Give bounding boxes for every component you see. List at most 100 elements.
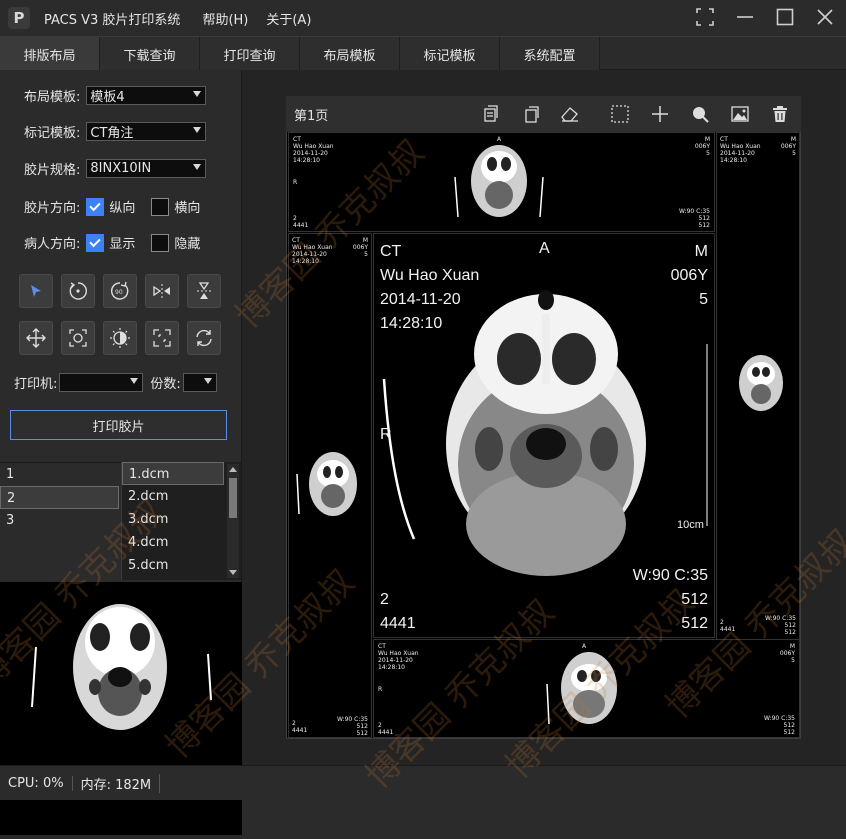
film-orientation-row: 胶片方向: 纵向 横向 <box>24 197 216 216</box>
file-list: 1.dcm 2.dcm 3.dcm 4.dcm 5.dcm <box>121 462 241 580</box>
move-icon[interactable] <box>19 321 53 355</box>
list-item[interactable]: 1.dcm <box>122 462 224 485</box>
add-icon[interactable] <box>650 104 670 124</box>
landscape-label: 横向 <box>174 201 201 216</box>
portrait-checkbox[interactable] <box>86 197 105 216</box>
cell-overlay-bottomright: W:90 C:35 512 512 <box>764 715 795 736</box>
list-item[interactable]: 1 <box>0 463 121 486</box>
image-icon[interactable] <box>730 104 750 124</box>
app-logo-icon: P <box>8 7 30 29</box>
film-cell-main[interactable]: CT Wu Hao Xuan 2014-11-20 14:28:10 A M 006Y 5… <box>373 233 715 638</box>
ct-image <box>739 355 783 411</box>
film-size-label: 胶片规格: <box>24 163 81 178</box>
printer-row: 打印机: 份数: <box>14 373 217 392</box>
film-size-row: 胶片规格: 8INX10IN <box>24 159 207 178</box>
copy-page-icon[interactable] <box>481 104 501 124</box>
flip-vertical-icon[interactable] <box>187 274 221 308</box>
cell-overlay-side: R <box>378 686 383 693</box>
menu-about[interactable]: 关于(A) <box>266 9 311 28</box>
hide-label: 隐藏 <box>174 237 201 252</box>
flip-horizontal-icon[interactable] <box>145 274 179 308</box>
zoom-fit-icon[interactable] <box>61 321 95 355</box>
chevron-down-icon <box>193 91 202 97</box>
cell-overlay-topright: M 006Y 5 <box>694 136 710 157</box>
tab-layout-template[interactable]: 布局模板 <box>300 37 400 71</box>
title-bar: P PACS V3 胶片打印系统 帮助(H) 关于(A) <box>0 0 846 36</box>
duplicate-icon[interactable] <box>521 104 541 124</box>
cell-overlay-bottomleft: 2 4441 <box>293 215 309 229</box>
reset-icon[interactable] <box>187 321 221 355</box>
list-item[interactable]: 2.dcm <box>122 485 224 508</box>
film-cell-top[interactable]: CT Wu Hao Xuan 2014-11-20 14:28:10 A M 006Y 5… <box>288 132 715 232</box>
layout-template-label: 布局模板: <box>24 90 81 105</box>
list-item[interactable]: 3 <box>0 509 121 532</box>
show-label: 显示 <box>109 237 136 252</box>
tab-print-query[interactable]: 打印查询 <box>200 37 300 71</box>
mark-template-label: 标记模板: <box>24 126 81 141</box>
tab-layout[interactable]: 排版布局 <box>0 37 100 71</box>
film-cell-left[interactable]: CT Wu Hao Xuan 2014-11-20 14:28:10 M 006Y 5 2… <box>288 233 372 738</box>
cell-overlay-bottomleft: 2 4441 <box>292 720 308 734</box>
ct-image <box>296 452 357 516</box>
landscape-checkbox[interactable] <box>151 197 170 216</box>
fullscreen-icon[interactable] <box>694 6 716 28</box>
tab-download-query[interactable]: 下载查询 <box>100 37 200 71</box>
print-film-button[interactable]: 打印胶片 <box>10 410 227 440</box>
portrait-label: 纵向 <box>109 201 136 216</box>
list-item[interactable]: 4.dcm <box>122 531 224 554</box>
page-label: 第1页 <box>294 108 329 124</box>
rotate-90-icon[interactable]: 90 <box>103 274 137 308</box>
cell-overlay-topleft: CT Wu Hao Xuan 2014-11-20 14:28:10 <box>293 136 334 164</box>
select-arrow-icon[interactable] <box>19 274 53 308</box>
window-level-icon[interactable] <box>103 321 137 355</box>
copies-select[interactable] <box>182 373 217 392</box>
list-item[interactable]: 3.dcm <box>122 508 224 531</box>
printer-select[interactable] <box>59 373 144 392</box>
memory-status: 内存: 182M <box>73 773 161 793</box>
main-overlay-topright: M 006Y 5 <box>670 243 708 308</box>
tab-mark-template[interactable]: 标记模板 <box>400 37 500 71</box>
chevron-down-icon <box>203 378 212 384</box>
minimize-icon[interactable] <box>734 6 756 28</box>
cell-overlay-bottomleft: 2 4441 <box>378 722 394 736</box>
tab-system-config[interactable]: 系统配置 <box>500 37 600 71</box>
cpu-status: CPU: 0% <box>0 775 73 791</box>
film-size-value: 8INX10IN <box>90 161 152 176</box>
layout-template-select[interactable]: 模板4 <box>86 86 207 105</box>
rotate-left-icon[interactable] <box>61 274 95 308</box>
printer-label: 打印机: <box>14 377 58 392</box>
fullscreen-icon[interactable] <box>145 321 179 355</box>
main-overlay-bottomright: W:90 C:35 512 512 <box>632 567 708 632</box>
hide-checkbox[interactable] <box>151 233 170 252</box>
copies-label: 份数: <box>150 377 181 392</box>
status-bar: CPU: 0% 内存: 182M <box>0 765 846 800</box>
search-icon[interactable] <box>690 104 710 124</box>
trash-icon[interactable] <box>770 104 790 124</box>
cell-overlay-side: R <box>293 179 298 186</box>
list-item[interactable]: 5.dcm <box>122 554 224 577</box>
show-checkbox[interactable] <box>86 233 105 252</box>
close-icon[interactable] <box>814 6 836 28</box>
film-size-select[interactable]: 8INX10IN <box>86 159 207 178</box>
mark-template-row: 标记模板: CT角注 <box>24 122 207 141</box>
cell-overlay-topright: M 006Y 5 <box>779 643 795 664</box>
mark-template-select[interactable]: CT角注 <box>86 122 207 141</box>
ct-image <box>454 145 544 218</box>
svg-text:90: 90 <box>115 289 123 296</box>
series-list: 1 2 3 <box>0 462 121 580</box>
cell-overlay-topright: M 006Y 5 <box>780 136 796 157</box>
film-cell-bottom[interactable]: CT Wu Hao Xuan 2014-11-20 14:28:10 A M 006Y 5… <box>373 639 800 738</box>
film-orientation-label: 胶片方向: <box>24 201 81 216</box>
file-list-scrollbar[interactable] <box>227 464 239 578</box>
maximize-icon[interactable] <box>774 6 796 28</box>
main-tabs: 排版布局 下载查询 打印查询 布局模板 标记模板 系统配置 <box>0 36 846 71</box>
cell-overlay-bottomright: W:90 C:35 512 512 <box>765 615 796 636</box>
select-region-icon[interactable] <box>610 104 630 124</box>
list-item[interactable]: 2 <box>0 486 119 509</box>
cell-overlay-bottomright: W:90 C:35 512 512 <box>679 208 710 229</box>
main-overlay-a: A <box>539 240 550 257</box>
eraser-icon[interactable] <box>560 104 580 124</box>
page-toolbar: 第1页 <box>286 96 801 132</box>
menu-help[interactable]: 帮助(H) <box>202 9 248 28</box>
chevron-down-icon <box>193 127 202 133</box>
